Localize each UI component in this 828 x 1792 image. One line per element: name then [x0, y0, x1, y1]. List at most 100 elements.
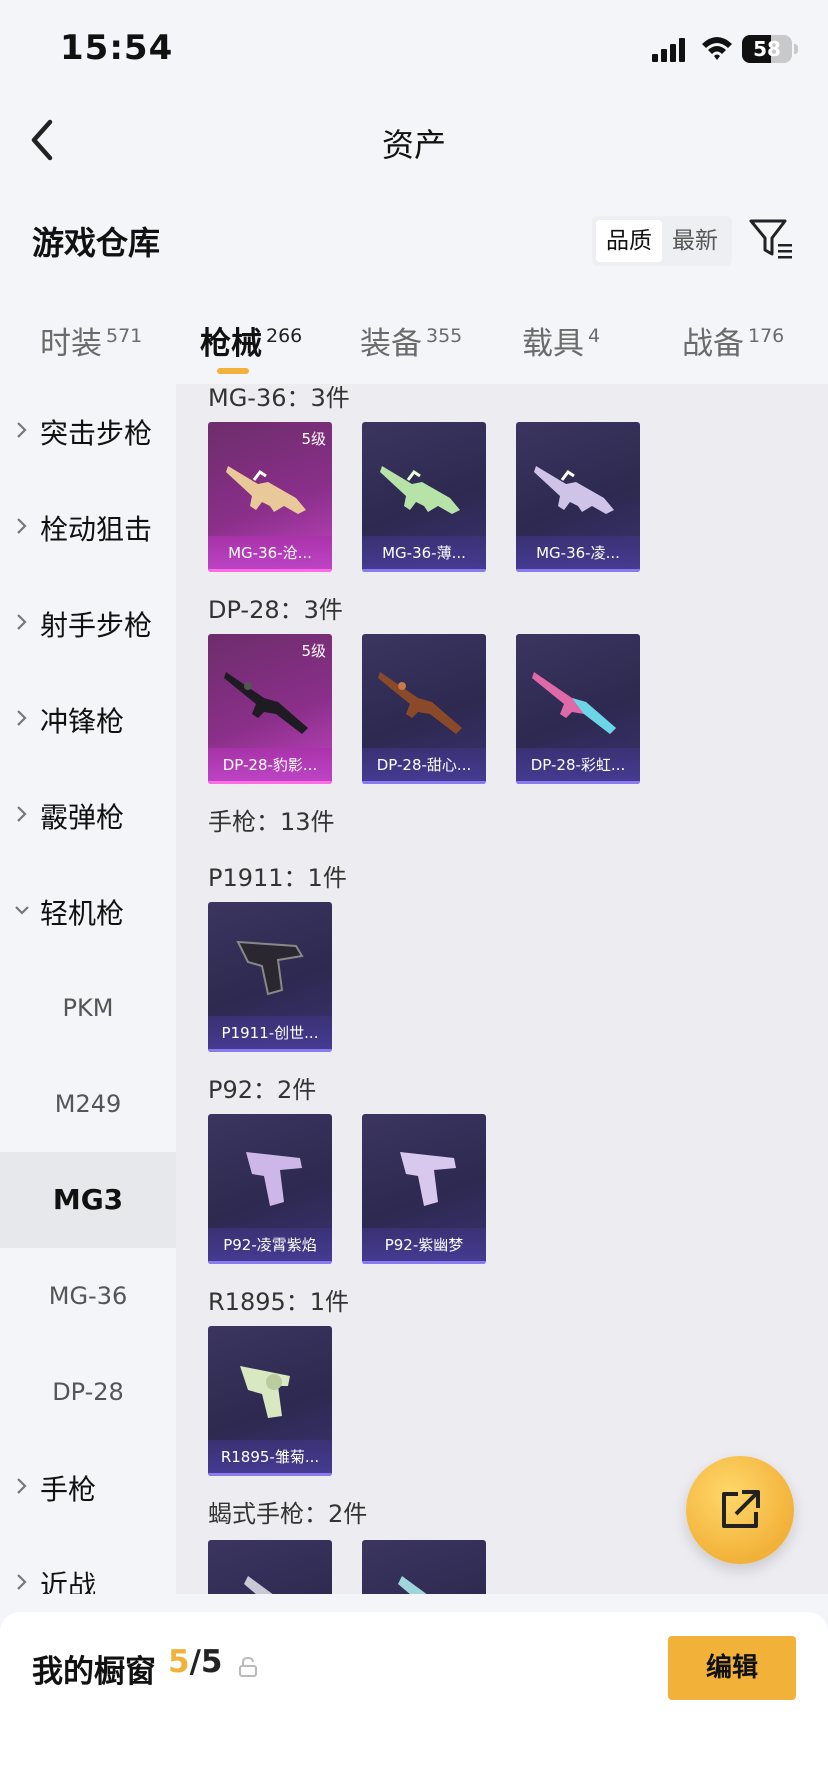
- showcase-total: /5: [189, 1644, 223, 1680]
- weapon-name: DP-28-彩虹...: [530, 756, 626, 774]
- weapon-card[interactable]: P92-紫幽梦: [362, 1114, 486, 1264]
- weapon-name: MG-36-薄...: [382, 544, 466, 562]
- sidebar-item-label: 冲锋枪: [40, 705, 125, 738]
- weapon-card[interactable]: [362, 1540, 486, 1594]
- tab-firearms[interactable]: 枪械 266: [200, 318, 302, 363]
- rifle-icon: [224, 672, 308, 734]
- tab-equipment[interactable]: 装备 355: [360, 318, 462, 363]
- chevron-right-icon: [17, 710, 27, 726]
- rarity-bar: [516, 781, 640, 784]
- tab-count: 176: [748, 325, 785, 347]
- section-title: P1911：1件: [208, 864, 347, 892]
- weapon-category-sidebar: 突击步枪 栓动狙击 射手步枪 冲锋枪 霰弹枪 轻机枪 PKM M249 MG3 …: [0, 384, 176, 1594]
- warehouse-title: 游戏仓库: [32, 224, 161, 262]
- sidebar-item-bolt-sniper[interactable]: 栓动狙击: [0, 480, 176, 576]
- active-tab-indicator: [217, 368, 249, 374]
- tab-label: 时装: [40, 326, 102, 362]
- sidebar-item-shotgun[interactable]: 霰弹枪: [0, 768, 176, 864]
- weapon-card[interactable]: MG-36-薄...: [362, 422, 486, 572]
- chevron-right-icon: [17, 806, 27, 822]
- battery-cap: [794, 44, 798, 54]
- sidebar-item-lmg[interactable]: 轻机枪: [0, 864, 176, 960]
- weapon-name: MG-36-凌...: [536, 544, 620, 562]
- rarity-bar: [208, 569, 332, 572]
- sidebar-item-label: 栓动狙击: [40, 513, 153, 546]
- sidebar-item-label: 近战: [40, 1569, 97, 1594]
- sidebar-item-pistol[interactable]: 手枪: [0, 1440, 176, 1536]
- filter-icon[interactable]: [748, 216, 794, 262]
- share-button[interactable]: [686, 1456, 794, 1564]
- rarity-bar: [362, 569, 486, 572]
- pistol-icon: [398, 1576, 427, 1594]
- sort-newest-button[interactable]: 最新: [662, 220, 728, 262]
- rifle-icon: [534, 466, 614, 514]
- weapon-name: DP-28-甜心...: [376, 756, 472, 774]
- sidebar-subitem-mg3[interactable]: MG3: [0, 1152, 176, 1248]
- weapon-card[interactable]: 5级 MG-36-沧...: [208, 422, 332, 572]
- weapon-card[interactable]: P1911-创世...: [208, 902, 332, 1052]
- sidebar-subitem-pkm[interactable]: PKM: [0, 960, 176, 1056]
- weapon-name: P92-紫幽梦: [384, 1236, 464, 1254]
- rarity-bar: [362, 781, 486, 784]
- tab-label: 装备: [360, 326, 422, 362]
- tab-vehicles[interactable]: 载具 4: [522, 318, 600, 363]
- showcase-label: 我的橱窗: [32, 1654, 156, 1690]
- tab-supplies[interactable]: 战备 176: [682, 318, 784, 363]
- chevron-right-icon: [17, 1478, 27, 1494]
- weapon-grid: MG-36：3件 5级 MG-36-沧... MG-36-薄... MG-36-…: [176, 384, 828, 1594]
- sidebar-item-label: 手枪: [40, 1473, 97, 1506]
- battery-icon: 58: [742, 35, 792, 63]
- weapon-name: R1895-雏菊...: [220, 1448, 320, 1466]
- sidebar-item-label: 轻机枪: [40, 897, 125, 930]
- sidebar-item-melee[interactable]: 近战: [0, 1536, 176, 1594]
- wifi-icon: [702, 37, 732, 60]
- weapon-card[interactable]: [208, 1540, 332, 1594]
- chevron-right-icon: [17, 518, 27, 534]
- sidebar-item-marksman-rifle[interactable]: 射手步枪: [0, 576, 176, 672]
- rarity-bar: [362, 1261, 486, 1264]
- weapon-name: DP-28-豹影...: [222, 756, 318, 774]
- pistol-icon: [400, 1152, 456, 1206]
- weapon-card[interactable]: DP-28-甜心...: [362, 634, 486, 784]
- tab-fashion[interactable]: 时装 571: [40, 318, 142, 363]
- battery-level: 58: [753, 37, 781, 61]
- edit-button[interactable]: 编辑: [668, 1636, 796, 1700]
- status-time: 15:54: [60, 28, 174, 68]
- section-title: 蝎式手枪：2件: [208, 1500, 368, 1528]
- rarity-bar: [516, 569, 640, 572]
- weapon-name: P92-凌霄紫焰: [223, 1236, 317, 1254]
- showcase-current: 5: [168, 1644, 190, 1680]
- revolver-icon: [240, 1366, 290, 1418]
- rifle-icon: [380, 466, 460, 514]
- sidebar-subitem-dp28[interactable]: DP-28: [0, 1344, 176, 1440]
- weapon-card[interactable]: P92-凌霄紫焰: [208, 1114, 332, 1264]
- weapon-name: P1911-创世...: [221, 1024, 319, 1042]
- tab-count: 4: [588, 325, 601, 347]
- rarity-bar: [208, 1473, 332, 1476]
- weapon-card[interactable]: MG-36-凌...: [516, 422, 640, 572]
- chevron-right-icon: [17, 422, 27, 438]
- section-title: MG-36：3件: [208, 384, 350, 412]
- tab-count: 266: [266, 325, 303, 347]
- status-bar: 15:54 58: [0, 0, 828, 100]
- showcase-count: 5/5: [168, 1644, 222, 1680]
- pistol-icon: [236, 940, 304, 996]
- level-badge: 5级: [301, 642, 326, 660]
- rifle-icon: [378, 672, 462, 734]
- sidebar-subitem-mg36[interactable]: MG-36: [0, 1248, 176, 1344]
- sidebar-item-label: 射手步枪: [40, 609, 153, 642]
- sort-quality-button[interactable]: 品质: [596, 220, 662, 262]
- weapon-card[interactable]: R1895-雏菊...: [208, 1326, 332, 1476]
- section-title: DP-28：3件: [208, 596, 343, 624]
- rarity-bar: [208, 1261, 332, 1264]
- page-title: 资产: [381, 126, 446, 164]
- sidebar-subitem-m249[interactable]: M249: [0, 1056, 176, 1152]
- rifle-icon: [226, 466, 306, 514]
- weapon-card[interactable]: DP-28-彩虹...: [516, 634, 640, 784]
- sidebar-item-label: 霰弹枪: [40, 801, 125, 834]
- section-title: R1895：1件: [208, 1288, 350, 1316]
- sidebar-item-label: 突击步枪: [40, 417, 153, 450]
- weapon-card[interactable]: 5级 DP-28-豹影...: [208, 634, 332, 784]
- sidebar-item-smg[interactable]: 冲锋枪: [0, 672, 176, 768]
- sidebar-item-assault-rifle[interactable]: 突击步枪: [0, 384, 176, 480]
